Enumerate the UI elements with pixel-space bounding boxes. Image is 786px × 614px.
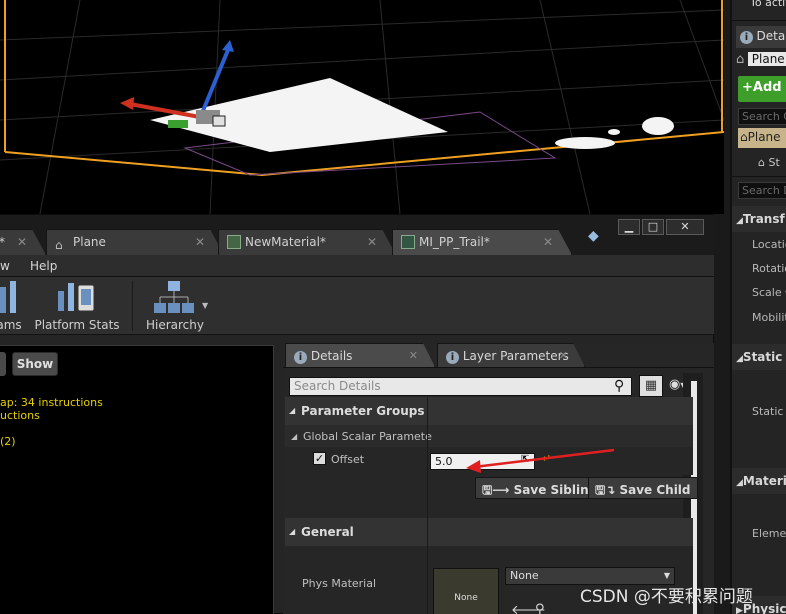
show-button[interactable]: Show (12, 352, 58, 376)
rotation-label: Rotatio (752, 262, 786, 275)
offset-label: Offset (331, 453, 365, 466)
materials-category[interactable]: ◢Materi (732, 468, 786, 494)
collapse-arrow-icon: ◢ (736, 478, 743, 488)
grid-view-icon[interactable]: ▦ (639, 375, 663, 397)
platform-stats-icon (58, 283, 95, 312)
transform-category[interactable]: ◢Transf (732, 206, 786, 232)
actor-name-field[interactable]: Plane (747, 52, 786, 66)
stat-line-2: uctions (0, 409, 40, 422)
close-tab-icon[interactable]: ✕ (195, 235, 205, 249)
browse-search-icon[interactable]: ⚲ (535, 602, 545, 614)
search-details-input[interactable]: Search D (738, 182, 786, 199)
partial-button[interactable] (0, 352, 6, 376)
tab-details[interactable]: i Details ✕ (285, 343, 435, 367)
minimize-button[interactable]: ▁ (618, 219, 640, 235)
editor-tab-bar: * ✕ ⌂Plane ✕ NewMaterial* ✕ MI_PP_Trail*… (0, 215, 714, 255)
csdn-watermark: CSDN @不要积累问题 (580, 587, 753, 607)
collapse-arrow-icon: ◢ (289, 527, 296, 536)
cube-icon: ◆ (588, 228, 599, 244)
save-icon: 🖫 (595, 483, 606, 497)
info-icon: i (294, 351, 307, 364)
editor-toolbar: ams Platform Stats Hierarchy ▼ (0, 277, 714, 335)
hierarchy-button[interactable]: Hierarchy (142, 277, 208, 335)
house-icon: ⌂ (55, 238, 63, 252)
close-tab-icon[interactable]: ✕ (543, 235, 553, 249)
tab-plane[interactable]: ⌂ Plane ✕ (46, 229, 224, 255)
element-label: Elemen (752, 527, 786, 540)
dropdown-icon: ▼ (663, 571, 670, 580)
details-icon: i (740, 31, 753, 44)
params-icon (0, 281, 16, 313)
global-scalar-group[interactable]: ◢ Global Scalar Paramete (285, 425, 693, 447)
stat-line-1: ap: 34 instructions (0, 396, 103, 409)
actor-name-row: ⌂ Plane (736, 52, 786, 67)
info-icon: i (446, 351, 459, 364)
tab-new-material[interactable]: NewMaterial* ✕ (218, 229, 396, 255)
material-icon (227, 235, 241, 249)
stats-panel: Show ap: 34 instructions uctions (2) (0, 345, 274, 614)
mobility-label: Mobility (752, 311, 786, 324)
hierarchy-dropdown-icon[interactable]: ▼ (202, 301, 208, 310)
platform-stats-button[interactable]: Platform Stats (34, 277, 120, 335)
maximize-button[interactable]: □ (642, 219, 664, 235)
details-tab-label: Deta (756, 29, 786, 43)
plus-icon: + (742, 80, 753, 95)
static-mesh-category[interactable]: ◢Static (732, 344, 786, 370)
params-button[interactable]: ams (0, 277, 24, 335)
close-tab-icon[interactable]: ✕ (559, 349, 568, 362)
close-tab-icon[interactable]: ✕ (367, 235, 377, 249)
column-splitter[interactable] (427, 397, 428, 614)
parameter-groups-category[interactable]: ◢ Parameter Groups (285, 397, 693, 425)
menu-window[interactable]: w (0, 259, 10, 273)
general-category[interactable]: ◢ General (285, 518, 693, 546)
menu-help[interactable]: Help (30, 259, 57, 273)
component-child-item[interactable]: ⌂ St (758, 156, 780, 169)
viewport-scene (0, 0, 724, 214)
component-root-item[interactable]: ⌂Plane (738, 128, 786, 148)
phys-material-thumbnail[interactable]: None (433, 568, 499, 614)
location-label: Locatio (752, 238, 786, 251)
tab-layer-parameters[interactable]: i Layer Parameters ✕ (437, 343, 585, 367)
search-icon[interactable]: ⚲ (614, 378, 624, 394)
search-details-input[interactable]: Search Details (289, 377, 632, 396)
collapse-arrow-icon: ▶ (736, 606, 743, 614)
hierarchy-icon (154, 281, 194, 313)
mesh-icon: ⌂ (758, 156, 765, 169)
house-icon: ⌂ (740, 130, 748, 144)
collapse-arrow-icon: ◢ (736, 216, 743, 226)
phys-material-label: Phys Material (302, 577, 377, 590)
add-component-button[interactable]: +Add (738, 76, 786, 102)
scale-label[interactable]: Scale ▼ (752, 286, 786, 299)
details-tab[interactable]: i Deta (736, 26, 786, 48)
level-viewport[interactable] (0, 0, 724, 214)
collapse-arrow-icon: ◢ (289, 406, 296, 415)
house-icon: ⌂ (736, 52, 745, 67)
annotation-arrow (466, 448, 615, 473)
tab-mi-pp-trail[interactable]: MI_PP_Trail* ✕ (392, 229, 572, 255)
collapse-arrow-icon: ◢ (291, 432, 298, 441)
material-instance-icon (401, 235, 415, 249)
static-mesh-label: Static N (752, 405, 786, 418)
close-tab-icon[interactable]: ✕ (409, 349, 418, 362)
stat-line-3: (2) (0, 435, 16, 448)
collapse-arrow-icon: ◢ (736, 354, 743, 364)
material-instance-editor: * ✕ ⌂Plane ✕ NewMaterial* ✕ MI_PP_Trail*… (0, 214, 714, 614)
tab-unsaved-asset[interactable]: * ✕ (0, 229, 46, 255)
close-window-button[interactable]: ✕ (666, 219, 704, 235)
offset-checkbox[interactable]: ✓ (313, 452, 326, 465)
close-tab-icon[interactable]: ✕ (17, 235, 27, 249)
activate-hint: To activ (750, 0, 786, 9)
level-details-panel: To activ i Deta ⌂ Plane +Add Search C ⌂P… (730, 0, 786, 614)
search-components-input[interactable]: Search C (738, 108, 786, 125)
menu-bar: w Help (0, 255, 714, 277)
save-icon: 🖫 (482, 483, 493, 497)
